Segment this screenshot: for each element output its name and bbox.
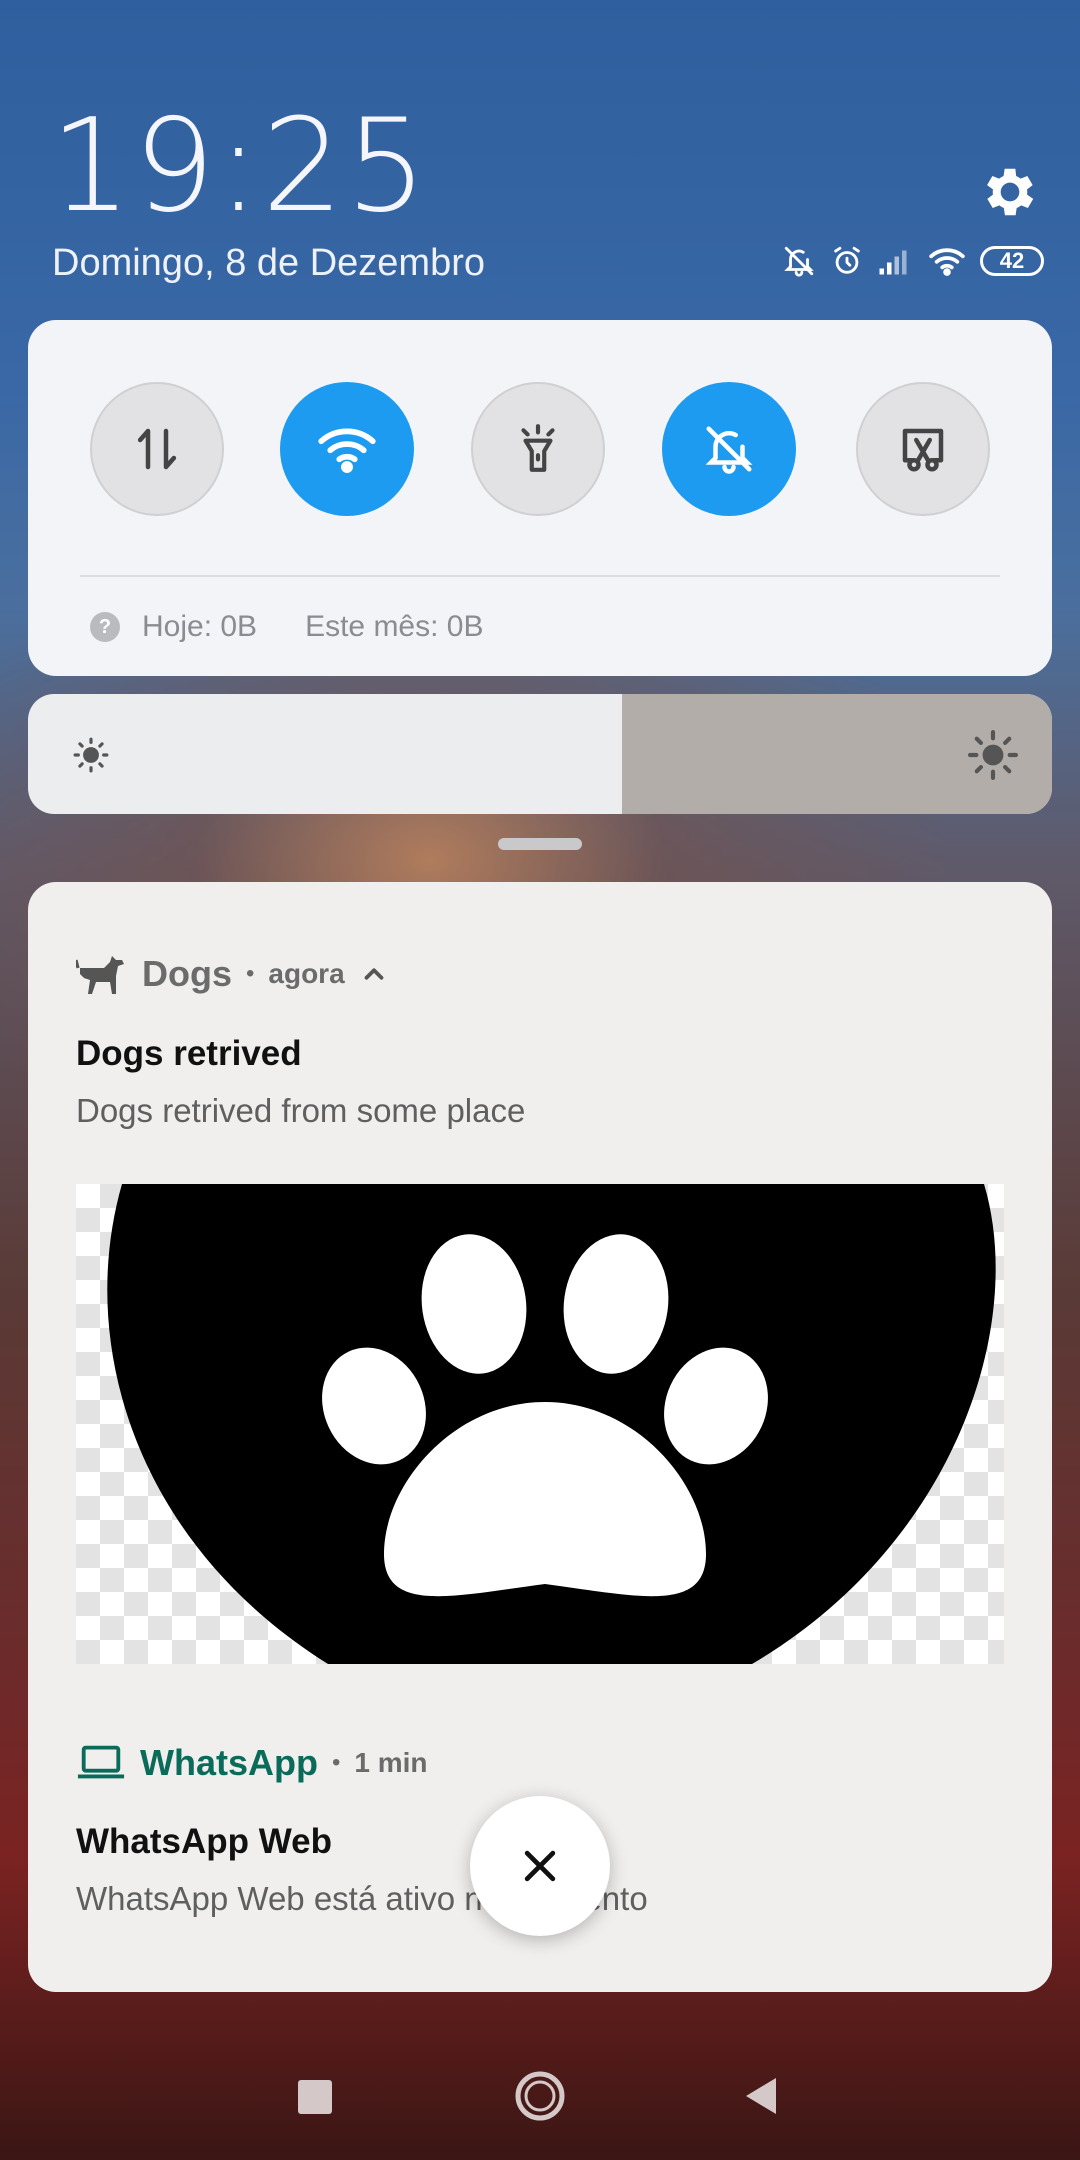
home-button[interactable]: [514, 2070, 566, 2122]
notification-time: agora: [268, 958, 345, 989]
clear-all-button[interactable]: [470, 1796, 610, 1936]
toggle-flashlight[interactable]: [471, 382, 605, 516]
brightness-slider[interactable]: [28, 694, 1052, 814]
date: Domingo, 8 de Dezembro: [52, 242, 485, 284]
dog-icon: [76, 956, 124, 994]
chevron-up-icon[interactable]: [359, 959, 389, 989]
usage-month: Este mês: 0B: [305, 610, 484, 643]
close-icon: [524, 1850, 556, 1882]
laptop-icon: [77, 1745, 125, 1779]
alarm-icon: [834, 246, 860, 274]
bell-off-icon: [784, 246, 814, 277]
notification-app-name: Dogs: [142, 953, 232, 994]
notification-text: Dogs retrived from some place: [76, 1092, 526, 1129]
notification-header-whatsapp[interactable]: WhatsApp • 1 min: [76, 1742, 428, 1784]
notification-time: 1 min: [354, 1747, 428, 1778]
help-icon[interactable]: ?: [90, 612, 120, 642]
paw-icon: [107, 1184, 996, 1664]
toggle-mobile-data[interactable]: [90, 382, 224, 516]
clock: 19:25: [50, 92, 429, 241]
battery-indicator: 42: [980, 246, 1044, 276]
notification-header-dogs[interactable]: Dogs • agora: [76, 952, 389, 996]
screenshot-scissors-icon: [902, 428, 944, 472]
separator-dot: •: [331, 1749, 341, 1776]
quick-settings-panel: ? Hoje: 0B Este mês: 0B: [28, 320, 1052, 676]
wifi-icon: [318, 428, 376, 474]
brightness-high-icon: [968, 730, 1018, 780]
data-transfer-icon: [137, 428, 177, 470]
status-bar-icons: 42: [782, 244, 1044, 278]
bell-off-icon: [705, 426, 753, 474]
wifi-icon: [929, 248, 965, 276]
signal-icon: [879, 250, 907, 275]
flashlight-icon: [521, 424, 555, 472]
toggle-screenshot[interactable]: [856, 382, 990, 516]
notification-title: Dogs retrived: [76, 1034, 302, 1073]
drag-handle[interactable]: [498, 838, 582, 850]
recents-button[interactable]: [298, 2080, 332, 2114]
usage-today: Hoje: 0B: [142, 610, 258, 643]
brightness-low-icon: [73, 737, 109, 773]
notification-title: WhatsApp Web: [76, 1822, 333, 1861]
gear-icon[interactable]: [978, 160, 1042, 224]
divider: [80, 575, 1000, 577]
notification-app-name: WhatsApp: [140, 1742, 318, 1783]
notification-image[interactable]: [76, 1184, 1004, 1664]
toggle-mute[interactable]: [662, 382, 796, 516]
toggle-wifi[interactable]: [280, 382, 414, 516]
back-button[interactable]: [744, 2076, 778, 2116]
data-usage: ? Hoje: 0B Este mês: 0B: [90, 610, 483, 644]
separator-dot: •: [246, 960, 255, 987]
